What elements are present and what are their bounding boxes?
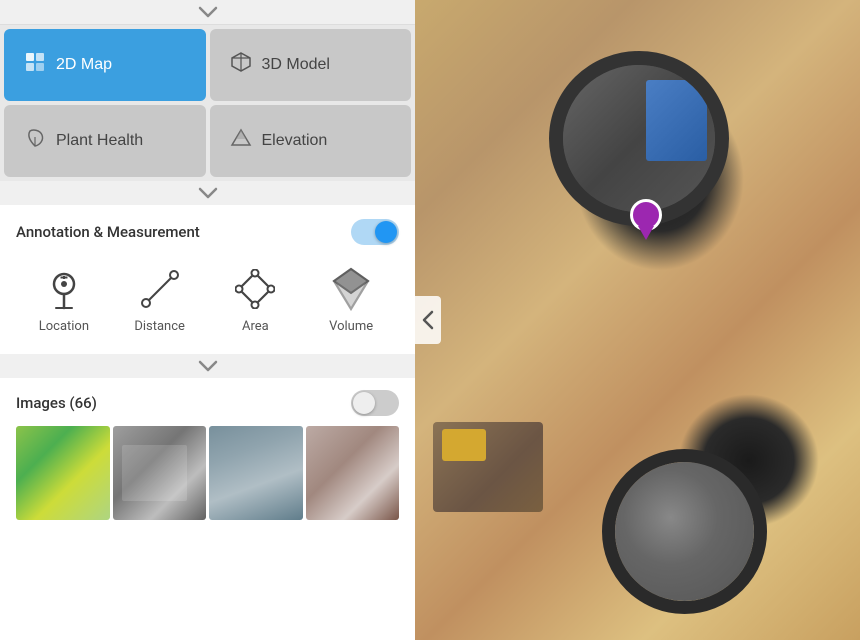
- mountain-icon: [230, 127, 252, 155]
- area-icon: [231, 265, 279, 313]
- tank-top-detail: [646, 80, 707, 161]
- map-panel[interactable]: [415, 0, 860, 640]
- map-collapse-btn[interactable]: [415, 296, 441, 344]
- annotation-section: Annotation & Measurement: [0, 205, 415, 354]
- excavator: [442, 429, 486, 461]
- btn-elevation[interactable]: Elevation: [210, 105, 412, 177]
- collapse-mid[interactable]: [0, 181, 415, 205]
- view-mode-grid: 2D Map 3D Model Plant Health: [0, 25, 415, 181]
- images-section: Images (66): [0, 378, 415, 640]
- btn-2d-map-label: 2D Map: [56, 56, 112, 74]
- images-toggle-thumb: [353, 392, 375, 414]
- leaf-icon: [24, 127, 46, 155]
- annotation-title: Annotation & Measurement: [16, 223, 200, 241]
- volume-icon: [327, 265, 375, 313]
- image-grid: [16, 426, 399, 520]
- thumbnail-4[interactable]: [306, 426, 400, 520]
- tool-location-label: Location: [39, 319, 89, 334]
- tool-area[interactable]: Area: [225, 265, 285, 334]
- toggle-thumb: [375, 221, 397, 243]
- thumbnail-1[interactable]: [16, 426, 110, 520]
- tank-bottom-inner: [615, 462, 754, 601]
- tank-top-inner: [563, 65, 715, 212]
- left-panel: 2D Map 3D Model Plant Health: [0, 0, 415, 640]
- thumbnail-3[interactable]: [209, 426, 303, 520]
- map-icon: [24, 51, 46, 79]
- collapse-top[interactable]: [0, 0, 415, 25]
- tool-distance[interactable]: Distance: [130, 265, 190, 334]
- tool-volume[interactable]: Volume: [321, 265, 381, 334]
- thumbnail-2[interactable]: [113, 426, 207, 520]
- btn-3d-model[interactable]: 3D Model: [210, 29, 412, 101]
- annotation-toggle[interactable]: [351, 219, 399, 245]
- cube-icon: [230, 51, 252, 79]
- location-icon: [40, 265, 88, 313]
- tool-area-label: Area: [242, 319, 269, 334]
- location-pin: [630, 199, 662, 243]
- images-header: Images (66): [16, 390, 399, 416]
- images-toggle[interactable]: [351, 390, 399, 416]
- tank-bottom: [602, 449, 767, 614]
- btn-2d-map[interactable]: 2D Map: [4, 29, 206, 101]
- collapse-bot[interactable]: [0, 354, 415, 378]
- annotation-tools: Location Distance: [16, 259, 399, 344]
- btn-plant-health-label: Plant Health: [56, 132, 143, 150]
- tool-location[interactable]: Location: [34, 265, 94, 334]
- pin-circle: [630, 199, 662, 231]
- btn-elevation-label: Elevation: [262, 132, 328, 150]
- btn-3d-model-label: 3D Model: [262, 56, 330, 74]
- images-title: Images (66): [16, 394, 97, 412]
- tool-distance-label: Distance: [134, 319, 185, 334]
- tool-volume-label: Volume: [329, 319, 373, 334]
- distance-icon: [136, 265, 184, 313]
- btn-plant-health[interactable]: Plant Health: [4, 105, 206, 177]
- annotation-header: Annotation & Measurement: [16, 219, 399, 245]
